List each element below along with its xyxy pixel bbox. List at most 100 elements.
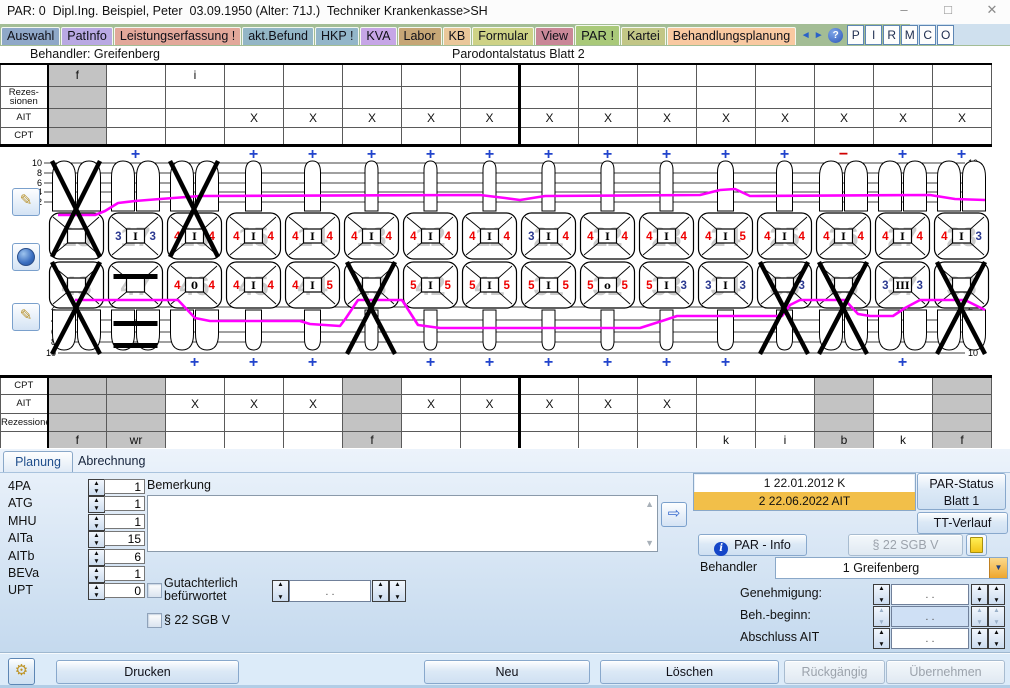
- value-aita[interactable]: 15: [104, 531, 145, 546]
- par-history-list[interactable]: 1 22.01.2012 K2 22.06.2022 AIT: [693, 473, 916, 511]
- status-cell[interactable]: [402, 377, 461, 395]
- status-cell[interactable]: X: [638, 395, 697, 414]
- tab-kartei[interactable]: Kartei: [621, 27, 666, 45]
- transfer-remark-button[interactable]: ⇨: [661, 502, 687, 527]
- drucken-button[interactable]: Drucken: [56, 660, 239, 684]
- value-mhu[interactable]: 1: [104, 514, 145, 529]
- status-cell[interactable]: X: [461, 395, 520, 414]
- status-cell[interactable]: [107, 377, 166, 395]
- scroll-up-icon[interactable]: ▲: [645, 499, 654, 509]
- date-month-spinner[interactable]: ▲▼: [988, 584, 1005, 605]
- lschen-button[interactable]: Löschen: [600, 660, 779, 684]
- status-cell[interactable]: X: [933, 108, 992, 127]
- spinner-mhu[interactable]: ▲▼: [88, 514, 105, 531]
- minimize-icon[interactable]: –: [896, 2, 912, 18]
- status-cell[interactable]: [520, 432, 579, 450]
- status-cell[interactable]: [874, 64, 933, 86]
- status-cell[interactable]: [461, 432, 520, 450]
- status-cell[interactable]: X: [166, 395, 225, 414]
- status-cell[interactable]: [225, 432, 284, 450]
- status-cell[interactable]: [343, 64, 402, 86]
- status-cell[interactable]: [697, 414, 756, 432]
- status-cell[interactable]: [815, 414, 874, 432]
- quick-button-m[interactable]: M: [901, 25, 918, 45]
- tooth-26[interactable]: 26I44−: [817, 146, 871, 259]
- date-month-spinner[interactable]: ▲▼: [988, 628, 1005, 649]
- gutachten-date-spinner[interactable]: ▲▼: [272, 580, 289, 602]
- status-cell[interactable]: [815, 64, 874, 86]
- tooth-45[interactable]: 45I44+: [227, 262, 281, 371]
- status-cell[interactable]: [343, 395, 402, 414]
- status-cell[interactable]: [756, 377, 815, 395]
- sgb22-checkbox[interactable]: [147, 613, 162, 628]
- tab-leistungserfassung[interactable]: Leistungserfassung !: [114, 27, 241, 45]
- status-cell[interactable]: [166, 108, 225, 127]
- status-cell[interactable]: [756, 64, 815, 86]
- status-cell[interactable]: [225, 127, 284, 145]
- status-cell[interactable]: [579, 127, 638, 145]
- chevron-down-icon[interactable]: ▼: [989, 558, 1007, 578]
- status-cell[interactable]: X: [402, 395, 461, 414]
- status-cell[interactable]: X: [284, 395, 343, 414]
- status-cell[interactable]: [874, 86, 933, 108]
- tt-verlauf-button[interactable]: TT-Verlauf: [917, 512, 1008, 534]
- tab-abrechnung[interactable]: Abrechnung: [78, 454, 145, 468]
- status-cell[interactable]: [579, 377, 638, 395]
- tab-patinfo[interactable]: PatInfo: [61, 27, 113, 45]
- gutachten-month-spinner[interactable]: ▲▼: [389, 580, 406, 602]
- status-cell[interactable]: [225, 64, 284, 86]
- status-cell[interactable]: [166, 432, 225, 450]
- gutachten-day-spinner[interactable]: ▲▼: [372, 580, 389, 602]
- status-cell[interactable]: f: [343, 432, 402, 450]
- status-cell[interactable]: [579, 414, 638, 432]
- tab-planung[interactable]: Planung: [3, 451, 73, 473]
- status-cell[interactable]: f: [48, 64, 107, 86]
- spinner-4pa[interactable]: ▲▼: [88, 479, 105, 496]
- status-cell[interactable]: [756, 395, 815, 414]
- status-cell[interactable]: [697, 127, 756, 145]
- status-cell[interactable]: [874, 395, 933, 414]
- status-cell[interactable]: X: [874, 108, 933, 127]
- date-day-spinner[interactable]: ▲▼: [971, 584, 988, 605]
- status-cell[interactable]: [815, 127, 874, 145]
- status-cell[interactable]: [874, 127, 933, 145]
- status-cell[interactable]: [638, 127, 697, 145]
- status-cell[interactable]: [815, 377, 874, 395]
- tooth-44[interactable]: 44I45+: [286, 262, 340, 371]
- status-cell[interactable]: [166, 377, 225, 395]
- neu-button[interactable]: Neu: [424, 660, 590, 684]
- history-item[interactable]: 2 22.06.2022 AIT: [694, 492, 915, 510]
- behandler-dropdown[interactable]: 1 Greifenberg ▼: [775, 557, 1008, 579]
- status-cell[interactable]: [933, 64, 992, 86]
- status-cell[interactable]: [638, 86, 697, 108]
- status-cell[interactable]: X: [520, 395, 579, 414]
- status-cell[interactable]: [343, 414, 402, 432]
- rotate-view-button[interactable]: [12, 243, 40, 271]
- tooth-27[interactable]: 27I44+: [876, 146, 930, 259]
- status-cell[interactable]: [933, 86, 992, 108]
- tooth-32[interactable]: 32o55+: [581, 262, 635, 371]
- status-cell[interactable]: [284, 86, 343, 108]
- status-cell[interactable]: X: [225, 108, 284, 127]
- status-cell[interactable]: X: [579, 395, 638, 414]
- maximize-icon[interactable]: □: [940, 2, 956, 18]
- date-day-spinner[interactable]: ▲▼: [971, 606, 988, 627]
- quick-button-o[interactable]: O: [937, 25, 954, 45]
- status-cell[interactable]: i: [166, 64, 225, 86]
- par-status-button[interactable]: PAR-Status Blatt 1: [917, 473, 1006, 510]
- status-cell[interactable]: [461, 64, 520, 86]
- status-cell[interactable]: X: [520, 108, 579, 127]
- status-cell[interactable]: [48, 377, 107, 395]
- status-cell[interactable]: [579, 64, 638, 86]
- status-cell[interactable]: [343, 127, 402, 145]
- date-field[interactable]: . .: [891, 606, 969, 627]
- date-month-spinner[interactable]: ▲▼: [988, 606, 1005, 627]
- tab-view[interactable]: View: [535, 27, 574, 45]
- settings-button[interactable]: ⚙: [8, 658, 35, 685]
- status-cell[interactable]: [343, 377, 402, 395]
- value-atg[interactable]: 1: [104, 496, 145, 511]
- status-cell[interactable]: [461, 127, 520, 145]
- status-cell[interactable]: [107, 127, 166, 145]
- status-cell[interactable]: [579, 432, 638, 450]
- status-cell[interactable]: [166, 127, 225, 145]
